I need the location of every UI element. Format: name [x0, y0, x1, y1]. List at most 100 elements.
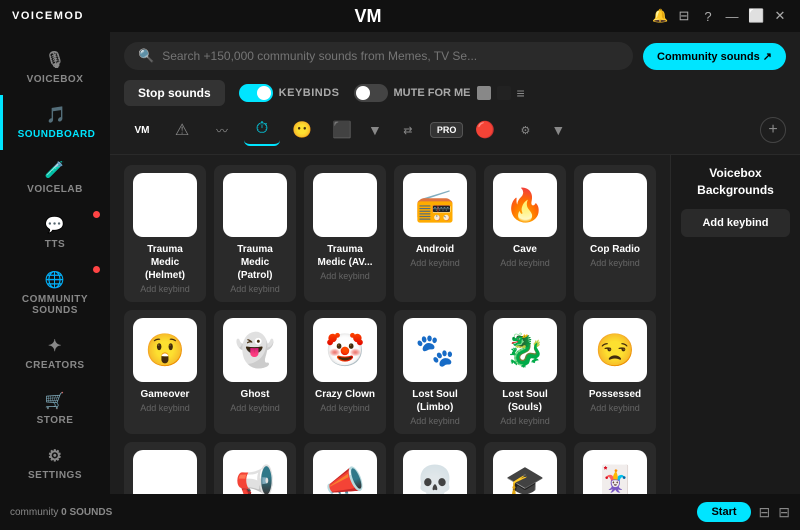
- sound-card-cave[interactable]: 🔥 Cave Add keybind: [484, 165, 566, 302]
- sound-icon: 🎓: [493, 450, 557, 494]
- sound-grid: ✳ Trauma Medic (Helmet) Add keybind ⊙ Tr…: [124, 165, 656, 484]
- sound-card-ghost[interactable]: 👻 Ghost Add keybind: [214, 310, 296, 434]
- bottom-icon-1[interactable]: ⊟: [759, 504, 771, 521]
- sound-card-trauma-medic-helmet[interactable]: ✳ Trauma Medic (Helmet) Add keybind: [124, 165, 206, 302]
- keybinds-switch[interactable]: [239, 84, 273, 102]
- sound-card-speechifier-ovation[interactable]: 📢 Speechifier Ovation Add keybind: [214, 442, 296, 494]
- voicebox-backgrounds-title: Voicebox Backgrounds: [681, 165, 790, 199]
- sidebar-item-settings[interactable]: ⚙ SETTINGS: [0, 436, 110, 491]
- sound-icon: 🔥: [493, 173, 557, 237]
- sound-card-possessed[interactable]: 😒 Possessed Add keybind: [574, 310, 656, 434]
- sidebar-bottom: 🛒 STORE ⚙ SETTINGS 📖 GUIDES 👤 ACCOUNT: [0, 381, 110, 494]
- sound-name: Cop Radio: [590, 243, 640, 256]
- sound-keybind[interactable]: Add keybind: [590, 403, 640, 413]
- sound-keybind[interactable]: Add keybind: [320, 271, 370, 281]
- sound-keybind[interactable]: Add keybind: [230, 403, 280, 413]
- voicelab-icon: 🧪: [45, 160, 65, 180]
- sound-card-trauma-medic-patrol[interactable]: ⊙ Trauma Medic (Patrol) Add keybind: [214, 165, 296, 302]
- filter-tab-warning[interactable]: ⚠: [164, 114, 200, 146]
- sound-keybind[interactable]: Add keybind: [230, 284, 280, 294]
- sound-name: Lost Soul (Souls): [492, 388, 558, 414]
- right-panel: Voicebox Backgrounds Add keybind: [670, 155, 800, 494]
- sound-icon: ⚙: [133, 450, 197, 494]
- sound-card-spacemen[interactable]: ⚙ Spacemen Add keybind: [124, 442, 206, 494]
- minimize-btn[interactable]: —: [724, 9, 740, 24]
- sound-name: Possessed: [589, 388, 641, 401]
- sound-keybind[interactable]: Add keybind: [140, 403, 190, 413]
- sidebar-item-community-sounds[interactable]: 🌐 COMMUNITY SOUNDS: [0, 260, 110, 326]
- sound-card-android[interactable]: 📻 Android Add keybind: [394, 165, 476, 302]
- sound-name: Android: [416, 243, 454, 256]
- sound-icon: ◀: [313, 173, 377, 237]
- sound-keybind[interactable]: Add keybind: [500, 416, 550, 426]
- search-input-wrap[interactable]: 🔍: [124, 42, 633, 70]
- filter-tab-clock[interactable]: ⏱: [244, 114, 280, 146]
- help-icon[interactable]: ?: [700, 9, 716, 24]
- sound-keybind[interactable]: Add keybind: [410, 258, 460, 268]
- mute-switch[interactable]: [354, 84, 388, 102]
- sidebar-item-tts[interactable]: 💬 TTS: [0, 205, 110, 260]
- filter-tab-face[interactable]: 😶: [284, 114, 320, 146]
- filter-tab-gear[interactable]: ⚙: [507, 114, 543, 146]
- controls-bar: Stop sounds KEYBINDS MUTE FOR ME ≡: [110, 80, 800, 114]
- sidebar-item-store[interactable]: 🛒 STORE: [0, 381, 110, 436]
- sound-icon: 🐉: [493, 318, 557, 382]
- start-button[interactable]: Start: [697, 502, 750, 522]
- maximize-btn[interactable]: ⬜: [748, 8, 764, 24]
- sidebar-item-soundboard[interactable]: 🎵 SOUNDBOARD: [0, 95, 110, 150]
- sound-card-lost-soul-souls[interactable]: 🐉 Lost Soul (Souls) Add keybind: [484, 310, 566, 434]
- sound-name: Trauma Medic (AV...: [312, 243, 378, 269]
- sound-card-student-play[interactable]: 🃏 Student Play Add keybind: [574, 442, 656, 494]
- sound-icon: 💀: [403, 450, 467, 494]
- sound-name: Cave: [513, 243, 537, 256]
- community-badge: [93, 266, 100, 273]
- sound-icon: 🐾: [403, 318, 467, 382]
- sound-card-spirit[interactable]: 💀 Spirit Add keybind: [394, 442, 476, 494]
- sound-card-student-hall-play[interactable]: 🎓 Student Hall Play Add keybind: [484, 442, 566, 494]
- list-view-icon[interactable]: ≡: [517, 85, 525, 101]
- sound-keybind[interactable]: Add keybind: [590, 258, 640, 268]
- stop-sounds-button[interactable]: Stop sounds: [124, 80, 225, 106]
- sound-keybind[interactable]: Add keybind: [320, 403, 370, 413]
- sound-card-cop-radio[interactable]: 🛡 Cop Radio Add keybind: [574, 165, 656, 302]
- sound-name: Gameover: [141, 388, 190, 401]
- filter-tab-vm[interactable]: VM: [124, 114, 160, 146]
- sound-card-crazy-clown[interactable]: 🤡 Crazy Clown Add keybind: [304, 310, 386, 434]
- sidebar-item-guides[interactable]: 📖 GUIDES: [0, 491, 110, 494]
- sound-keybind[interactable]: Add keybind: [410, 416, 460, 426]
- sidebar-item-creators[interactable]: ✦ CREATORS: [0, 326, 110, 381]
- sound-card-speechifier-protest[interactable]: 📣 Speechifier Protest Add keybind: [304, 442, 386, 494]
- monitor-icon[interactable]: ⊟: [676, 8, 692, 24]
- add-keybind-button[interactable]: Add keybind: [681, 209, 790, 237]
- sidebar-item-label: VOICELAB: [27, 184, 83, 195]
- sidebar-item-label: STORE: [37, 415, 74, 426]
- filter-more-chevron[interactable]: ▼: [364, 118, 386, 142]
- sound-keybind[interactable]: Add keybind: [140, 284, 190, 294]
- sound-icon: 📻: [403, 173, 467, 237]
- filter-tab-shuffle[interactable]: ⇄: [390, 114, 426, 146]
- add-filter-button[interactable]: +: [760, 117, 786, 143]
- filter-tabs: VM ⚠ 〰 ⏱ 😶 ⬛ ▼ ⇄ PRO 🔴 ⚙ ▼ +: [110, 114, 800, 155]
- notification-icon[interactable]: 🔔: [652, 8, 668, 24]
- sound-icon: 🃏: [583, 450, 647, 494]
- bottom-icon-2[interactable]: ⊟: [778, 504, 790, 521]
- keybinds-label: KEYBINDS: [279, 87, 340, 99]
- close-btn[interactable]: ✕: [772, 8, 788, 24]
- sound-card-trauma-medic-av[interactable]: ◀ Trauma Medic (AV... Add keybind: [304, 165, 386, 302]
- sound-card-lost-soul-limbo[interactable]: 🐾 Lost Soul (Limbo) Add keybind: [394, 310, 476, 434]
- color-box-dark: [497, 86, 511, 100]
- sound-keybind[interactable]: Add keybind: [500, 258, 550, 268]
- community-sounds-button[interactable]: Community sounds ↗: [643, 43, 786, 70]
- sidebar-item-voicelab[interactable]: 🧪 VOICELAB: [0, 150, 110, 205]
- tts-icon: 💬: [45, 215, 65, 235]
- filter-tab-box[interactable]: ⬛: [324, 114, 360, 146]
- sidebar-item-voicebox[interactable]: 🎙 VOICEBOX: [0, 40, 110, 95]
- sidebar: 🎙 VOICEBOX 🎵 SOUNDBOARD 🧪 VOICELAB 💬 TTS…: [0, 32, 110, 494]
- filter-pro-chevron[interactable]: ▼: [547, 118, 569, 142]
- filter-tab-star[interactable]: 🔴: [467, 114, 503, 146]
- sound-card-gameover[interactable]: 😲 Gameover Add keybind: [124, 310, 206, 434]
- sidebar-item-label: SETTINGS: [28, 470, 82, 481]
- sound-icon: ✳: [133, 173, 197, 237]
- filter-tab-wave[interactable]: 〰: [204, 114, 240, 146]
- search-input[interactable]: [162, 49, 619, 63]
